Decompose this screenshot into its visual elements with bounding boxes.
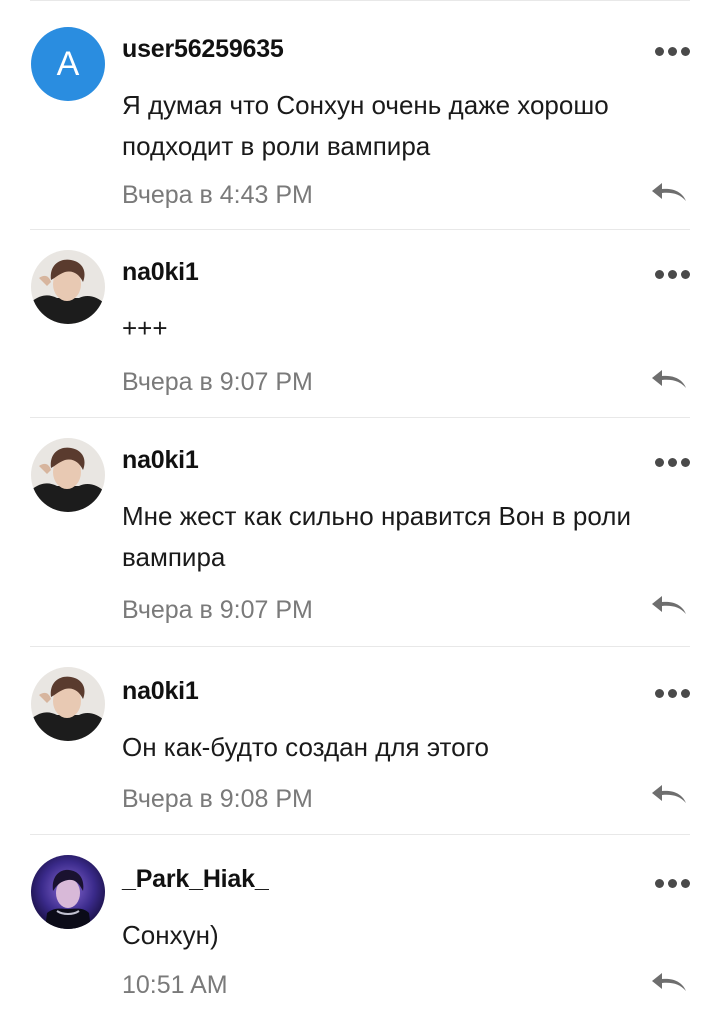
more-dots-icon — [655, 47, 664, 56]
more-dots-icon — [655, 458, 664, 467]
reply-arrow-icon[interactable] — [650, 368, 688, 390]
comment-time: 10:51 AM — [122, 971, 228, 999]
comment-item: na0ki1 +++ Вчера в 9:07 PM — [30, 230, 690, 418]
comment-time: Вчера в 9:08 PM — [122, 785, 313, 813]
avatar[interactable] — [31, 667, 105, 741]
comment-username[interactable]: na0ki1 — [122, 258, 199, 287]
more-options-button[interactable] — [655, 879, 690, 888]
avatar[interactable]: A — [31, 27, 105, 101]
comment-time: Вчера в 9:07 PM — [122, 368, 313, 396]
more-dots-icon — [655, 879, 664, 888]
comment-username[interactable]: na0ki1 — [122, 677, 199, 706]
comment-time: Вчера в 4:43 PM — [122, 181, 313, 209]
comment-item: _Park_Hiak_ Сонхун) 10:51 AM — [30, 835, 690, 1033]
comment-text: Мне жест как сильно нравится Вон в роли … — [122, 501, 631, 572]
more-options-button[interactable] — [655, 689, 690, 698]
comment-item: na0ki1 Он как-будто создан для этого Вче… — [30, 647, 690, 835]
comment-username[interactable]: user56259635 — [122, 35, 284, 64]
comment-item: na0ki1 Мне жест как сильно нравится Вон … — [30, 418, 690, 647]
more-options-button[interactable] — [655, 458, 690, 467]
avatar-letter: A — [56, 44, 80, 83]
comment-time: Вчера в 9:07 PM — [122, 596, 313, 624]
reply-arrow-icon[interactable] — [650, 181, 688, 203]
comment-text: Сонхун) — [122, 920, 219, 950]
reply-arrow-icon[interactable] — [650, 971, 688, 993]
comment-username[interactable]: na0ki1 — [122, 446, 199, 475]
more-dots-icon — [655, 270, 664, 279]
reply-arrow-icon[interactable] — [650, 783, 688, 805]
avatar[interactable] — [31, 438, 105, 512]
more-dots-icon — [655, 689, 664, 698]
comment-item: A user56259635 Я думая что Сонхун очень … — [30, 1, 690, 230]
more-options-button[interactable] — [655, 47, 690, 56]
comment-list: A user56259635 Я думая что Сонхун очень … — [0, 1, 720, 1033]
comment-username[interactable]: _Park_Hiak_ — [122, 865, 269, 894]
more-options-button[interactable] — [655, 270, 690, 279]
reply-arrow-icon[interactable] — [650, 594, 688, 616]
avatar[interactable] — [31, 855, 105, 929]
avatar[interactable] — [31, 250, 105, 324]
comment-text: +++ — [122, 313, 168, 343]
comment-text: Я думая что Сонхун очень даже хорошо под… — [122, 90, 609, 161]
comment-text: Он как-будто создан для этого — [122, 732, 489, 762]
